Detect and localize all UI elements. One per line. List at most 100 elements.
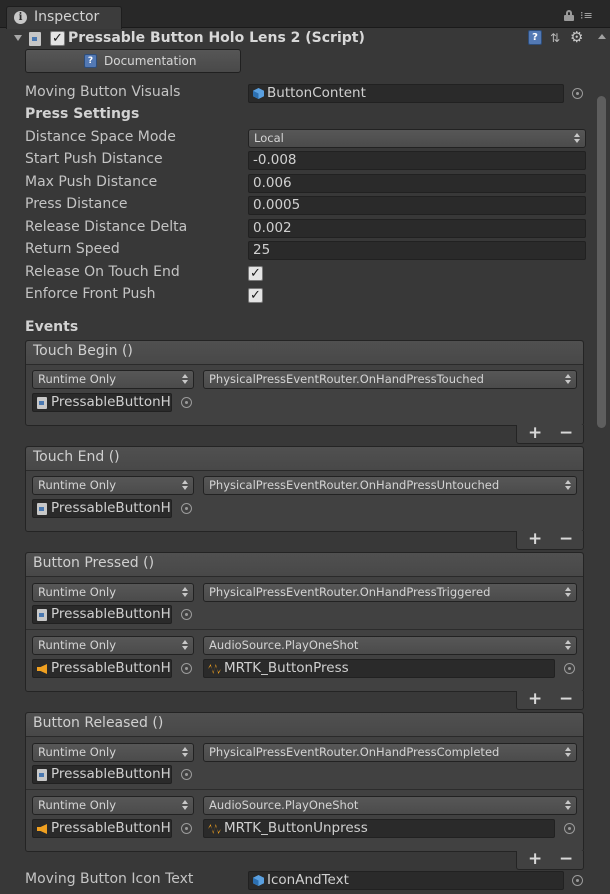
target-object-field[interactable]: PressableButtonHoloLens2 <box>32 605 172 624</box>
function-dropdown[interactable]: PhysicalPressEventRouter.OnHandPressTrig… <box>203 583 577 602</box>
component-enabled-checkbox[interactable]: ✓ <box>50 31 65 46</box>
remove-listener-button[interactable]: − <box>559 691 573 708</box>
distance-space-mode-dropdown[interactable]: Local <box>248 129 586 148</box>
function-dropdown[interactable]: AudioSource.PlayOneShot <box>203 796 577 815</box>
preset-icon[interactable]: ⇅ <box>550 31 564 45</box>
documentation-button[interactable]: ? Documentation <box>25 49 241 73</box>
dropdown-arrow-icon <box>182 480 188 491</box>
tab-menu-icon[interactable]: ⁝≡ <box>580 9 602 22</box>
object-picker-icon[interactable] <box>181 823 192 834</box>
object-picker-icon[interactable] <box>564 823 575 834</box>
add-listener-button[interactable]: + <box>528 531 542 548</box>
scroll-up-arrow-icon[interactable] <box>598 34 606 39</box>
inspector-tab-title: Inspector <box>34 9 100 25</box>
target-object-field[interactable]: PressableButtonHoloLens2 <box>32 765 172 784</box>
gameobject-icon <box>253 875 264 886</box>
function-value: AudioSource.PlayOneShot <box>209 798 359 812</box>
dropdown-arrow-icon <box>574 133 580 144</box>
list-footer: + − <box>516 531 584 550</box>
function-dropdown[interactable]: PhysicalPressEventRouter.OnHandPressUnto… <box>203 476 577 495</box>
inspector-scrollbar[interactable] <box>594 30 609 894</box>
object-picker-icon[interactable] <box>181 397 192 408</box>
dropdown-arrow-icon <box>182 587 188 598</box>
function-dropdown[interactable]: PhysicalPressEventRouter.OnHandPressComp… <box>203 743 577 762</box>
moving-button-icon-text-value: IconAndText <box>267 872 349 888</box>
max-push-distance-field[interactable]: 0.006 <box>248 174 586 193</box>
enforce-front-push-checkbox[interactable]: ✓ <box>248 288 263 303</box>
moving-button-visuals-label: Moving Button Visuals <box>25 84 181 100</box>
runtime-mode-value: Runtime Only <box>38 478 117 492</box>
moving-button-visuals-value: ButtonContent <box>267 85 366 101</box>
object-picker-icon[interactable] <box>181 769 192 780</box>
remove-listener-button[interactable]: − <box>559 425 573 442</box>
dropdown-arrow-icon <box>182 800 188 811</box>
function-value: PhysicalPressEventRouter.OnHandPressComp… <box>209 745 500 759</box>
gameobject-icon <box>253 88 264 99</box>
return-speed-field[interactable]: 25 <box>248 241 586 260</box>
distance-space-mode-label: Distance Space Mode <box>25 129 176 145</box>
target-object-value: PressableButtonHoloLens2 <box>51 820 171 836</box>
audio-clip-field[interactable]: MRTK_ButtonUnpress <box>203 819 555 838</box>
object-picker-icon[interactable] <box>181 609 192 620</box>
add-listener-button[interactable]: + <box>528 851 542 868</box>
book-icon: ? <box>84 54 97 68</box>
inspector-tab[interactable]: i Inspector <box>6 6 122 29</box>
runtime-mode-value: Runtime Only <box>38 585 117 599</box>
runtime-mode-dropdown[interactable]: Runtime Only <box>32 583 194 602</box>
start-push-distance-field[interactable]: -0.008 <box>248 151 586 170</box>
release-on-touch-end-label: Release On Touch End <box>25 264 180 280</box>
audio-clip-field[interactable]: MRTK_ButtonPress <box>203 659 555 678</box>
dropdown-arrow-icon <box>565 800 571 811</box>
function-dropdown[interactable]: PhysicalPressEventRouter.OnHandPressTouc… <box>203 370 577 389</box>
runtime-mode-value: Runtime Only <box>38 745 117 759</box>
event-title: Button Pressed () <box>33 555 155 571</box>
target-object-field[interactable]: PressableButtonHoloLens2 <box>32 659 172 678</box>
help-icon[interactable]: ? <box>528 30 542 45</box>
function-value: PhysicalPressEventRouter.OnHandPressUnto… <box>209 478 500 492</box>
target-object-value: PressableButtonHoloLens2 <box>51 500 171 516</box>
lock-icon[interactable] <box>564 10 574 21</box>
add-listener-button[interactable]: + <box>528 691 542 708</box>
release-on-touch-end-checkbox[interactable]: ✓ <box>248 266 263 281</box>
audio-clip-value: MRTK_ButtonPress <box>224 660 349 676</box>
target-object-value: PressableButtonHoloLens2 <box>51 394 171 410</box>
target-object-field[interactable]: PressableButtonHoloLens2 <box>32 499 172 518</box>
script-icon <box>37 609 47 621</box>
return-speed-label: Return Speed <box>25 241 120 257</box>
object-picker-icon[interactable] <box>181 503 192 514</box>
remove-listener-button[interactable]: − <box>559 851 573 868</box>
runtime-mode-value: Runtime Only <box>38 638 117 652</box>
target-object-field[interactable]: PressableButtonHoloLens2 <box>32 819 172 838</box>
dropdown-arrow-icon <box>565 480 571 491</box>
object-picker-icon[interactable] <box>572 88 583 99</box>
start-push-distance-label: Start Push Distance <box>25 151 163 167</box>
dropdown-arrow-icon <box>565 747 571 758</box>
moving-button-visuals-field[interactable]: ButtonContent <box>248 84 564 103</box>
target-object-field[interactable]: PressableButtonHoloLens2 <box>32 393 172 412</box>
press-distance-field[interactable]: 0.0005 <box>248 196 586 215</box>
audio-clip-icon <box>208 664 221 674</box>
runtime-mode-dropdown[interactable]: Runtime Only <box>32 796 194 815</box>
object-picker-icon[interactable] <box>564 663 575 674</box>
function-dropdown[interactable]: AudioSource.PlayOneShot <box>203 636 577 655</box>
remove-listener-button[interactable]: − <box>559 531 573 548</box>
enforce-front-push-label: Enforce Front Push <box>25 286 156 302</box>
gear-icon[interactable]: ⚙ <box>570 29 590 45</box>
runtime-mode-dropdown[interactable]: Runtime Only <box>32 370 194 389</box>
event-title: Touch End () <box>33 449 120 465</box>
object-picker-icon[interactable] <box>181 663 192 674</box>
target-object-value: PressableButtonHoloLens2 <box>51 660 171 676</box>
release-distance-delta-field[interactable]: 0.002 <box>248 219 586 238</box>
dropdown-arrow-icon <box>182 747 188 758</box>
scrollbar-thumb[interactable] <box>597 96 606 428</box>
add-listener-button[interactable]: + <box>528 425 542 442</box>
runtime-mode-dropdown[interactable]: Runtime Only <box>32 636 194 655</box>
press-distance-label: Press Distance <box>25 196 128 212</box>
component-foldout-icon[interactable] <box>14 35 22 41</box>
audio-clip-value: MRTK_ButtonUnpress <box>224 820 368 836</box>
runtime-mode-dropdown[interactable]: Runtime Only <box>32 476 194 495</box>
object-picker-icon[interactable] <box>572 875 583 886</box>
runtime-mode-dropdown[interactable]: Runtime Only <box>32 743 194 762</box>
moving-button-icon-text-field[interactable]: IconAndText <box>248 871 564 890</box>
audio-source-icon <box>37 824 47 834</box>
